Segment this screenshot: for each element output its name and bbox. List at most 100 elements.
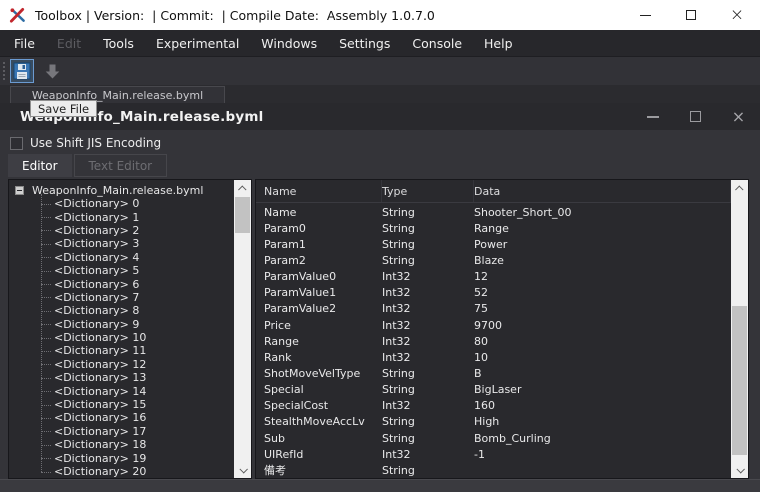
tree-item[interactable]: <Dictionary> 17: [41, 425, 234, 438]
cell-type: Int32: [382, 302, 411, 316]
tree-item[interactable]: <Dictionary> 9: [41, 318, 234, 331]
cell-type: String: [382, 366, 415, 380]
save-floppy-icon: [13, 62, 31, 80]
tree-item[interactable]: <Dictionary> 15: [41, 398, 234, 411]
table-row[interactable]: Special String BigLaser: [256, 382, 731, 398]
tree-item[interactable]: <Dictionary> 5: [41, 264, 234, 277]
tree-item[interactable]: <Dictionary> 7: [41, 291, 234, 304]
save-file-tooltip: Save File: [30, 100, 98, 117]
inner-close-button[interactable]: ×: [717, 103, 760, 130]
tree-item[interactable]: <Dictionary> 12: [41, 358, 234, 371]
scroll-down-button[interactable]: [234, 461, 251, 478]
table-row[interactable]: Param1 String Power: [256, 236, 731, 252]
tree-scrollbar-thumb[interactable]: [235, 197, 250, 233]
tree-item[interactable]: <Dictionary> 6: [41, 277, 234, 291]
menubar: File Edit Tools Experimental Windows Set…: [0, 30, 760, 57]
toolbar: [0, 57, 760, 85]
table-row[interactable]: Param2 String Blaze: [256, 252, 731, 268]
table-row[interactable]: Rank Int32 10: [256, 349, 731, 365]
cell-data: 80: [474, 334, 488, 348]
editor-tabs: Editor Text Editor: [8, 154, 168, 177]
save-button[interactable]: [10, 59, 34, 83]
scroll-up-button[interactable]: [234, 180, 251, 197]
tab-editor[interactable]: Editor: [8, 154, 72, 177]
column-header-type[interactable]: Type: [382, 180, 474, 202]
table-scrollbar-thumb[interactable]: [732, 306, 747, 455]
cell-type: String: [382, 463, 415, 477]
cell-data: Bomb_Curling: [474, 431, 551, 445]
cell-data: High: [474, 415, 500, 429]
table-scrollbar[interactable]: [731, 180, 748, 478]
cell-data: Power: [474, 237, 508, 251]
cell-name: Param1: [264, 237, 306, 251]
toolbox-app-icon: [9, 7, 25, 23]
column-header-name[interactable]: Name: [256, 180, 382, 202]
shift-jis-checkbox[interactable]: [10, 136, 23, 150]
inner-minimize-button[interactable]: [631, 103, 674, 130]
tree-item[interactable]: <Dictionary> 2: [41, 224, 234, 237]
window-titlebar: Toolbox | Version: | Commit: | Compile D…: [0, 0, 760, 30]
table-row[interactable]: ParamValue2 Int32 75: [256, 301, 731, 317]
menu-console[interactable]: Console: [401, 30, 473, 56]
maximize-button[interactable]: [668, 0, 714, 30]
toolbar-grip[interactable]: [3, 62, 6, 80]
cell-data: 52: [474, 286, 488, 300]
menu-settings[interactable]: Settings: [328, 30, 401, 56]
cell-name: Range: [264, 334, 299, 348]
table-row[interactable]: ParamValue0 Int32 12: [256, 269, 731, 285]
scroll-up-button[interactable]: [731, 180, 748, 197]
chevron-down-icon: [238, 464, 248, 474]
property-table-panel: Name Type Data Name String Shooter_Short…: [255, 179, 749, 479]
tree-item[interactable]: <Dictionary> 16: [41, 411, 234, 424]
tree-item[interactable]: <Dictionary> 13: [41, 371, 234, 384]
table-body: Name String Shooter_Short_00 Param0 Stri…: [256, 204, 731, 478]
table-row[interactable]: Param0 String Range: [256, 220, 731, 236]
table-row[interactable]: Price Int32 9700: [256, 317, 731, 333]
tree-item[interactable]: <Dictionary> 8: [41, 304, 234, 317]
cell-data: B: [474, 366, 482, 380]
tree-scrollbar[interactable]: [234, 180, 251, 478]
table-row[interactable]: Name String Shooter_Short_00: [256, 204, 731, 220]
menu-file[interactable]: File: [3, 30, 46, 56]
tree-item[interactable]: <Dictionary> 14: [41, 384, 234, 398]
tree-item[interactable]: <Dictionary> 18: [41, 438, 234, 451]
table-row[interactable]: 備考 String: [256, 462, 731, 478]
tree-children: <Dictionary> 0 <Dictionary> 1 <Dictionar…: [41, 193, 234, 478]
table-row[interactable]: StealthMoveAccLv String High: [256, 414, 731, 430]
tree-item[interactable]: <Dictionary> 20: [41, 465, 234, 478]
cell-type: String: [382, 205, 415, 219]
maximize-icon: [686, 10, 696, 20]
cell-name: Price: [264, 318, 291, 332]
collapse-icon[interactable]: [15, 185, 24, 195]
tree-root-node[interactable]: WeaponInfo_Main.release.byml: [9, 183, 234, 197]
tree-item[interactable]: <Dictionary> 19: [41, 451, 234, 465]
chevron-up-icon: [734, 184, 744, 194]
scroll-down-button[interactable]: [731, 461, 748, 478]
table-row[interactable]: ParamValue1 Int32 52: [256, 285, 731, 301]
column-header-data[interactable]: Data: [474, 180, 731, 202]
table-row[interactable]: Sub String Bomb_Curling: [256, 430, 731, 446]
tree-item[interactable]: <Dictionary> 10: [41, 331, 234, 344]
maximize-icon: [690, 111, 701, 122]
table-row[interactable]: UIRefId Int32 -1: [256, 446, 731, 462]
close-button[interactable]: ×: [714, 0, 760, 30]
shift-jis-label[interactable]: Use Shift JIS Encoding: [30, 136, 161, 150]
import-button[interactable]: [40, 59, 64, 83]
menu-experimental[interactable]: Experimental: [145, 30, 250, 56]
menu-windows[interactable]: Windows: [250, 30, 328, 56]
minimize-button[interactable]: [622, 0, 668, 30]
inner-maximize-button[interactable]: [674, 103, 717, 130]
tree-item[interactable]: <Dictionary> 3: [41, 237, 234, 250]
cell-type: Int32: [382, 318, 411, 332]
table-row[interactable]: SpecialCost Int32 160: [256, 398, 731, 414]
tree-item[interactable]: <Dictionary> 4: [41, 251, 234, 264]
cell-name: UIRefId: [264, 447, 304, 461]
tree-item[interactable]: <Dictionary> 11: [41, 344, 234, 357]
table-row[interactable]: ShotMoveVelType String B: [256, 365, 731, 381]
menu-help[interactable]: Help: [473, 30, 524, 56]
cell-type: String: [382, 253, 415, 267]
menu-tools[interactable]: Tools: [92, 30, 145, 56]
tree-item[interactable]: <Dictionary> 1: [41, 210, 234, 224]
tree-item[interactable]: <Dictionary> 0: [41, 197, 234, 210]
table-row[interactable]: Range Int32 80: [256, 333, 731, 349]
